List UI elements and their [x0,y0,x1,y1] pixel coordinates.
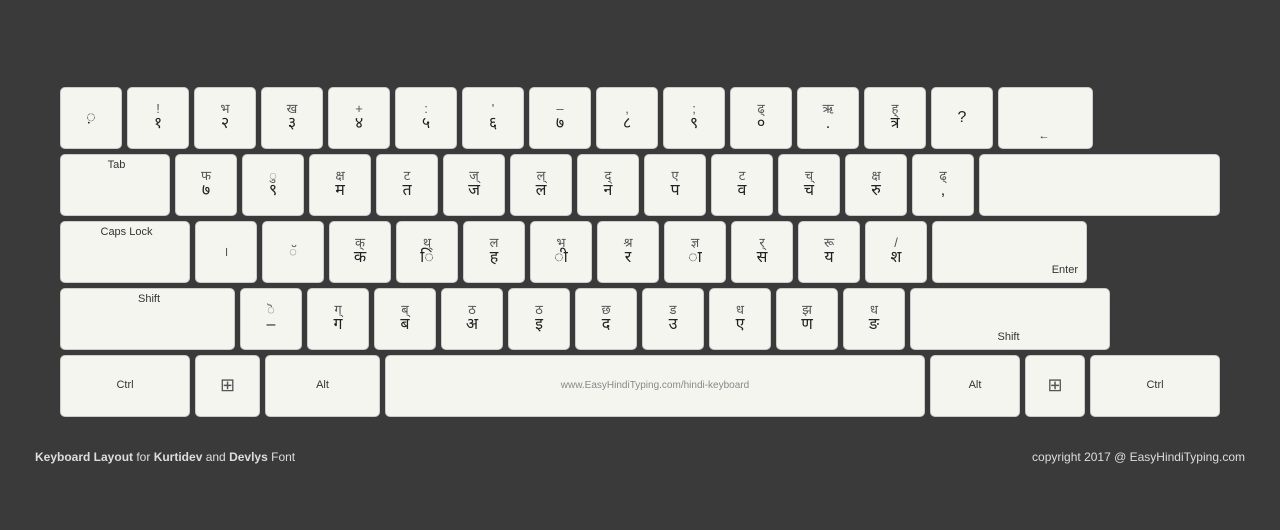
key-9[interactable]: ; ९ [663,87,725,149]
key-0[interactable]: ढ् ० [730,87,792,149]
key-g[interactable]: ल ह [463,221,525,283]
right-win-key[interactable]: ⊞ [1025,355,1085,417]
key-slash[interactable]: ध ङ [843,288,905,350]
row-4: Shift ॆ – ग् ग ब् ब ठ अ ठ इ छ द ड उ [60,288,1220,350]
key-d[interactable]: क् क [329,221,391,283]
key-j[interactable]: श्र र [597,221,659,283]
key-w[interactable]: ु ९ [242,154,304,216]
key-period[interactable]: झ ण [776,288,838,350]
left-alt-key[interactable]: Alt [265,355,380,417]
key-1[interactable]: ! १ [127,87,189,149]
key-c[interactable]: ब् ब [374,288,436,350]
key-equals[interactable]: ह् त्र [864,87,926,149]
enter-top [979,154,1220,216]
key-x[interactable]: ग् ग [307,288,369,350]
key-k[interactable]: ज्ञ ा [664,221,726,283]
key-o[interactable]: ट व [711,154,773,216]
key-h[interactable]: भ ी [530,221,592,283]
key-r[interactable]: ट त [376,154,438,216]
key-bracket[interactable]: ? [931,87,993,149]
right-ctrl-key[interactable]: Ctrl [1090,355,1220,417]
row-1: ़ ! १ भ २ ख ३ + ४ : ५ ' ६ – ७ [60,87,1220,149]
right-shift-key[interactable]: Shift [910,288,1110,350]
right-alt-key[interactable]: Alt [930,355,1020,417]
left-win-key[interactable]: ⊞ [195,355,260,417]
key-e[interactable]: क्ष म [309,154,371,216]
windows-icon: ⊞ [220,375,235,397]
key-v[interactable]: ठ अ [441,288,503,350]
key-7[interactable]: – ७ [529,87,591,149]
tab-key[interactable]: Tab [60,154,170,216]
footer-left-text: Keyboard Layout for Kurtidev and Devlys … [35,450,295,464]
key-minus[interactable]: ऋ . [797,87,859,149]
key-i[interactable]: ए प [644,154,706,216]
key-q[interactable]: फ ७ [175,154,237,216]
key-t[interactable]: ज् ज [443,154,505,216]
row-3: Caps Lock । ॅ क् क थ् ि ल ह भ ी श्र र [60,221,1220,283]
key-f[interactable]: थ् ि [396,221,458,283]
footer: Keyboard Layout for Kurtidev and Devlys … [30,450,1250,464]
key-3[interactable]: ख ३ [261,87,323,149]
footer-right-text: copyright 2017 @ EasyHindiTyping.com [1032,450,1245,464]
key-y[interactable]: ल् ल [510,154,572,216]
key-semicolon[interactable]: रू य [798,221,860,283]
key-backtick[interactable]: ़ [60,87,122,149]
key-close-bracket[interactable]: ढ् , [912,154,974,216]
key-n[interactable]: छ द [575,288,637,350]
key-l[interactable]: र् स [731,221,793,283]
key-a[interactable]: । [195,221,257,283]
row-2: Tab फ ७ ु ९ क्ष म ट त ज् ज ल् ल द् न [60,154,1220,216]
key-8[interactable]: , ८ [596,87,658,149]
key-open-bracket[interactable]: क्ष रु [845,154,907,216]
key-5[interactable]: : ५ [395,87,457,149]
space-key[interactable]: www.EasyHindiTyping.com/hindi-keyboard [385,355,925,417]
key-6[interactable]: ' ६ [462,87,524,149]
windows-icon-right: ⊞ [1047,375,1062,397]
left-shift-key[interactable]: Shift [60,288,235,350]
key-quote[interactable]: / श [865,221,927,283]
keyboard-container: ़ ! १ भ २ ख ३ + ४ : ५ ' ६ – ७ [30,67,1250,442]
key-2[interactable]: भ २ [194,87,256,149]
key-4[interactable]: + ४ [328,87,390,149]
key-comma[interactable]: ध ए [709,288,771,350]
enter-key[interactable]: Enter [932,221,1087,283]
key-m[interactable]: ड उ [642,288,704,350]
left-ctrl-key[interactable]: Ctrl [60,355,190,417]
row-5: Ctrl ⊞ Alt www.EasyHindiTyping.com/hindi… [60,355,1220,417]
key-z[interactable]: ॆ – [240,288,302,350]
key-u[interactable]: द् न [577,154,639,216]
backspace-key[interactable]: ← [998,87,1093,149]
key-s[interactable]: ॅ [262,221,324,283]
key-b[interactable]: ठ इ [508,288,570,350]
caps-lock-key[interactable]: Caps Lock [60,221,190,283]
key-p[interactable]: च् च [778,154,840,216]
